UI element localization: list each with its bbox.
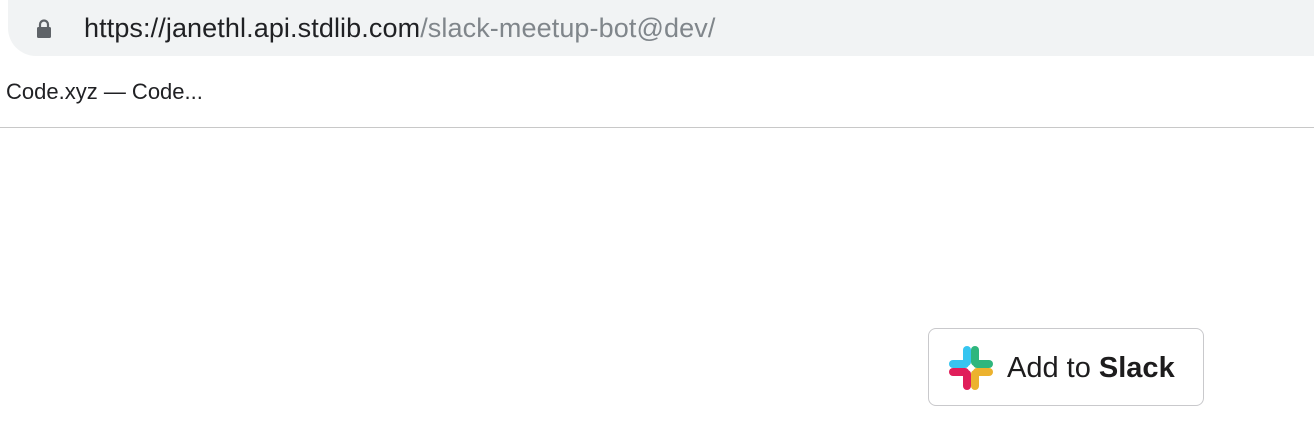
slack-brand-text: Slack [1098,352,1175,384]
add-to-slack-button[interactable]: Add to Slack [928,328,1204,406]
url-text[interactable]: https://janethl.api.stdlib.com/slack-mee… [84,12,715,44]
lock-icon [37,19,51,38]
bookmarks-bar: Code.xyz — Code... [0,56,1314,128]
url-path: /slack-meetup-bot@dev/ [420,13,716,43]
add-to-slack-label: Add to Slack [1007,351,1175,385]
url-host: https://janethl.api.stdlib.com [84,13,421,43]
address-bar[interactable]: https://janethl.api.stdlib.com/slack-mee… [8,0,1314,56]
bookmark-item-code-xyz[interactable]: Code.xyz — Code... [6,78,203,106]
slack-logo-icon [949,346,993,390]
page-content: Add to Slack [0,128,1314,438]
add-to-slack-prefix: Add to [1007,352,1099,384]
